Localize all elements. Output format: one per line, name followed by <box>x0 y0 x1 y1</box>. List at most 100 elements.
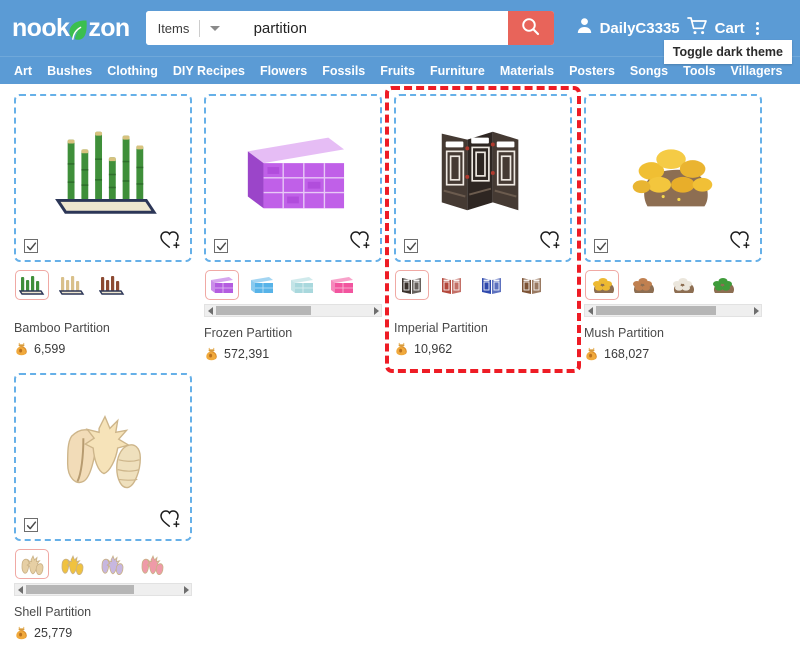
product-name[interactable]: Bamboo Partition <box>14 321 192 335</box>
wishlist-heart-icon[interactable] <box>539 230 561 255</box>
variant-thumb-blue[interactable] <box>475 270 509 300</box>
variant-strip <box>14 549 192 579</box>
wishlist-heart-icon[interactable] <box>159 509 181 534</box>
price-value: 10,962 <box>414 341 453 356</box>
theme-tooltip: Toggle dark theme <box>663 40 792 64</box>
product-image-box[interactable] <box>204 94 382 262</box>
product-image-box[interactable] <box>584 94 762 262</box>
site-logo[interactable]: nook zon <box>12 14 130 43</box>
variant-scrollbar[interactable] <box>14 583 192 596</box>
variant-thumb-pink[interactable] <box>135 549 169 579</box>
scrollbar-track[interactable] <box>216 305 370 316</box>
search-category-select[interactable]: Items <box>145 11 244 45</box>
variant-thumb-pastel[interactable] <box>95 549 129 579</box>
variant-strip <box>394 270 572 300</box>
cart-icon[interactable] <box>686 16 708 40</box>
wishlist-heart-icon[interactable] <box>159 230 181 255</box>
variant-strip <box>584 270 762 300</box>
variant-thumb-white[interactable] <box>665 270 699 300</box>
logo-text-after: zon <box>88 13 130 42</box>
scrollbar-thumb[interactable] <box>216 306 312 315</box>
variant-thumb-yellow[interactable] <box>55 549 89 579</box>
nav-item-flowers[interactable]: Flowers <box>260 64 307 78</box>
select-checkbox[interactable] <box>24 239 38 253</box>
username-label[interactable]: DailyC3335 <box>600 20 680 37</box>
variant-thumb-beige[interactable] <box>55 270 89 300</box>
bell-bag-icon <box>204 346 219 361</box>
nav-item-furniture[interactable]: Furniture <box>430 64 485 78</box>
kebab-menu-icon[interactable] <box>755 21 759 35</box>
variant-thumb-ice[interactable] <box>285 270 319 300</box>
scroll-left-arrow-icon[interactable] <box>585 306 596 315</box>
scrollbar-track[interactable] <box>596 305 750 316</box>
bell-bag-icon <box>14 341 29 356</box>
search-button[interactable] <box>507 11 554 45</box>
nav-item-posters[interactable]: Posters <box>569 64 615 78</box>
nav-item-fossils[interactable]: Fossils <box>322 64 365 78</box>
product-price: 6,599 <box>14 341 192 356</box>
product-image-box[interactable] <box>14 373 192 541</box>
product-name[interactable]: Shell Partition <box>14 605 192 619</box>
frozen-partition-art <box>234 116 352 228</box>
bell-bag-icon <box>584 346 599 361</box>
variant-thumb-black[interactable] <box>395 270 429 300</box>
variant-thumb-red[interactable] <box>435 270 469 300</box>
nav-item-bushes[interactable]: Bushes <box>47 64 92 78</box>
search-input[interactable] <box>243 11 508 45</box>
variant-thumb-natural[interactable] <box>15 549 49 579</box>
variant-thumb-blue[interactable] <box>245 270 279 300</box>
product-image-box[interactable] <box>14 94 192 262</box>
shell-partition-art <box>44 395 162 507</box>
variant-scrollbar[interactable] <box>584 304 762 317</box>
wishlist-heart-icon[interactable] <box>349 230 371 255</box>
nav-item-songs[interactable]: Songs <box>630 64 668 78</box>
nav-item-villagers[interactable]: Villagers <box>731 64 783 78</box>
select-checkbox[interactable] <box>24 518 38 532</box>
scroll-right-arrow-icon[interactable] <box>180 585 191 594</box>
select-checkbox[interactable] <box>404 239 418 253</box>
search-bar: Items <box>145 11 554 45</box>
mush-partition-art <box>614 116 732 228</box>
product-card[interactable]: Frozen Partition 572,391 <box>198 94 388 373</box>
scrollbar-thumb[interactable] <box>26 585 134 594</box>
price-value: 6,599 <box>34 341 66 356</box>
nav-item-materials[interactable]: Materials <box>500 64 554 78</box>
nav-item-diy-recipes[interactable]: DIY Recipes <box>173 64 245 78</box>
product-price: 10,962 <box>394 341 572 356</box>
nav-item-clothing[interactable]: Clothing <box>107 64 158 78</box>
product-name[interactable]: Imperial Partition <box>394 321 572 335</box>
cart-label[interactable]: Cart <box>715 20 745 37</box>
variant-thumb-brown[interactable] <box>95 270 129 300</box>
product-card[interactable]: Bamboo Partition 6,599 <box>8 94 198 373</box>
nav-item-art[interactable]: Art <box>14 64 32 78</box>
product-image-box[interactable] <box>394 94 572 262</box>
scrollbar-track[interactable] <box>26 584 180 595</box>
product-name[interactable]: Mush Partition <box>584 326 762 340</box>
variant-thumb-brown[interactable] <box>515 270 549 300</box>
select-checkbox[interactable] <box>594 239 608 253</box>
scroll-right-arrow-icon[interactable] <box>370 306 381 315</box>
product-card[interactable]: Mush Partition 168,027 <box>578 94 768 373</box>
search-results-grid: Bamboo Partition 6,599 Frozen Partition … <box>0 84 800 652</box>
variant-thumb-green[interactable] <box>705 270 739 300</box>
nav-item-tools[interactable]: Tools <box>683 64 715 78</box>
scrollbar-thumb[interactable] <box>596 306 717 315</box>
scroll-left-arrow-icon[interactable] <box>205 306 216 315</box>
account-area: DailyC3335 Cart <box>576 16 759 40</box>
select-checkbox[interactable] <box>214 239 228 253</box>
user-icon[interactable] <box>576 17 593 39</box>
variant-scrollbar[interactable] <box>204 304 382 317</box>
scroll-right-arrow-icon[interactable] <box>750 306 761 315</box>
product-card[interactable]: Shell Partition 25,779 <box>8 373 198 652</box>
variant-thumb-yellow[interactable] <box>585 270 619 300</box>
variant-thumb-brown[interactable] <box>625 270 659 300</box>
variant-thumb-purple[interactable] <box>205 270 239 300</box>
variant-thumb-pink[interactable] <box>325 270 359 300</box>
product-card[interactable]: Imperial Partition 10,962 <box>385 86 581 373</box>
variant-thumb-green[interactable] <box>15 270 49 300</box>
nav-item-fruits[interactable]: Fruits <box>380 64 415 78</box>
wishlist-heart-icon[interactable] <box>729 230 751 255</box>
variant-strip <box>204 270 382 300</box>
scroll-left-arrow-icon[interactable] <box>15 585 26 594</box>
product-name[interactable]: Frozen Partition <box>204 326 382 340</box>
